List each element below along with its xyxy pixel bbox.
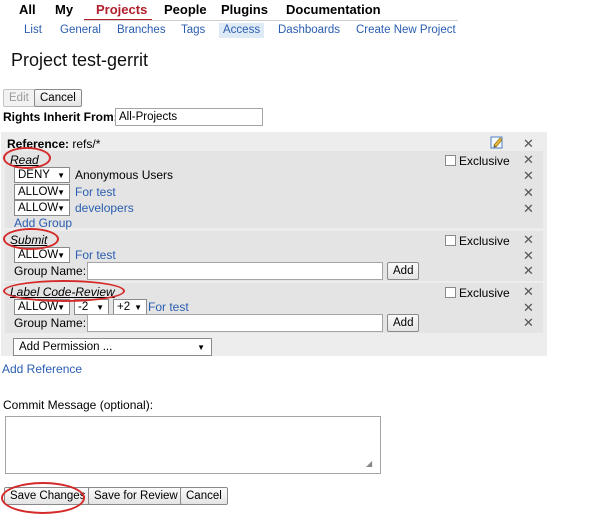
add-group-button[interactable]: Add [387, 262, 420, 280]
subnav-create-new-project[interactable]: Create New Project [352, 23, 460, 38]
rights-inherit-input[interactable] [115, 108, 263, 126]
subnav-dashboards[interactable]: Dashboards [274, 23, 344, 38]
subnav-tags[interactable]: Tags [177, 23, 209, 38]
chevron-down-icon: ▼ [197, 343, 205, 352]
nav-projects[interactable]: Projects [96, 2, 147, 17]
remove-reference-icon[interactable]: ✕ [523, 137, 534, 150]
exclusive-label: Exclusive [459, 154, 510, 168]
remove-permission-icon[interactable]: ✕ [523, 285, 534, 298]
remove-icon[interactable]: ✕ [523, 264, 534, 277]
annotation-circle [3, 147, 51, 169]
permission-read: Read Exclusive ✕ DENY ▼ Anonymous Users ✕… [5, 151, 543, 230]
save-for-review-button[interactable]: Save for Review [88, 487, 184, 505]
page-title: Project test-gerrit [11, 50, 149, 70]
subnav-branches[interactable]: Branches [113, 23, 170, 38]
rule-group-link[interactable]: developers [75, 201, 134, 215]
cancel-button[interactable]: Cancel [180, 487, 228, 505]
commit-message-label: Commit Message (optional): [3, 398, 154, 412]
edit-button[interactable]: Edit [3, 89, 35, 107]
subnav-list[interactable]: List [20, 23, 46, 38]
group-name-input[interactable] [87, 262, 383, 280]
top-nav: All My Projects People Plugins Documenta… [0, 0, 600, 22]
nav-plugins[interactable]: Plugins [221, 2, 268, 17]
exclusive-checkbox[interactable] [445, 155, 456, 166]
chevron-down-icon: ▼ [96, 303, 104, 312]
remove-rule-icon[interactable]: ✕ [523, 301, 534, 314]
chevron-down-icon: ▼ [57, 251, 65, 260]
edit-reference-icon[interactable] [490, 135, 504, 152]
action-select[interactable]: ALLOW ▼ [14, 200, 70, 216]
nav-all[interactable]: All [19, 2, 36, 17]
rule-group-link[interactable]: For test [75, 185, 116, 199]
group-name-label: Group Name: [14, 264, 87, 278]
reference-pattern: refs/* [72, 137, 101, 151]
chevron-down-icon: ▼ [57, 303, 65, 312]
remove-permission-icon[interactable]: ✕ [523, 233, 534, 246]
chevron-down-icon: ▼ [57, 188, 65, 197]
sub-nav: List General Branches Tags Access Dashbo… [0, 23, 600, 39]
exclusive-checkbox[interactable] [445, 235, 456, 246]
chevron-down-icon: ▼ [57, 204, 65, 213]
resize-grip-icon[interactable]: ◢ [366, 459, 372, 468]
action-select[interactable]: DENY ▼ [14, 167, 70, 183]
rights-inherit-label: Rights Inherit From: [3, 110, 118, 124]
group-name-input[interactable] [87, 314, 383, 332]
nav-my[interactable]: My [55, 2, 73, 17]
rule-group: Anonymous Users [75, 168, 174, 182]
annotation-circle [3, 280, 125, 302]
remove-rule-icon[interactable]: ✕ [523, 202, 534, 215]
chevron-down-icon: ▼ [57, 171, 65, 180]
nav-divider [84, 20, 458, 21]
remove-rule-icon[interactable]: ✕ [523, 186, 534, 199]
permission-submit: Submit Exclusive ✕ ALLOW ▼ For test ✕ Gro… [5, 231, 543, 281]
chevron-down-icon: ▼ [134, 303, 142, 312]
add-group-button[interactable]: Add [387, 314, 420, 332]
exclusive-label: Exclusive [459, 234, 510, 248]
remove-rule-icon[interactable]: ✕ [523, 169, 534, 182]
exclusive-label: Exclusive [459, 286, 510, 300]
annotation-circle [1, 482, 85, 514]
nav-documentation[interactable]: Documentation [286, 2, 381, 17]
max-value-select[interactable]: +2 ▼ [113, 299, 147, 315]
cancel-edit-button[interactable]: Cancel [34, 89, 82, 107]
rule-group-link[interactable]: For test [148, 300, 189, 314]
nav-people[interactable]: People [164, 2, 207, 17]
commit-message-textarea[interactable] [5, 416, 381, 474]
exclusive-checkbox[interactable] [445, 287, 456, 298]
subnav-access[interactable]: Access [219, 23, 265, 38]
reference-panel: Reference: refs/* ✕ Read Exclusive ✕ DEN… [1, 132, 547, 356]
remove-permission-icon[interactable]: ✕ [523, 153, 534, 166]
action-select[interactable]: ALLOW ▼ [14, 184, 70, 200]
group-name-label: Group Name: [14, 316, 87, 330]
annotation-circle [3, 228, 59, 250]
rule-group-link[interactable]: For test [75, 248, 116, 262]
subnav-general[interactable]: General [56, 23, 105, 38]
remove-icon[interactable]: ✕ [523, 316, 534, 329]
add-permission-select[interactable]: Add Permission ... ▼ [13, 338, 212, 356]
add-reference-link[interactable]: Add Reference [2, 362, 82, 376]
remove-rule-icon[interactable]: ✕ [523, 249, 534, 262]
